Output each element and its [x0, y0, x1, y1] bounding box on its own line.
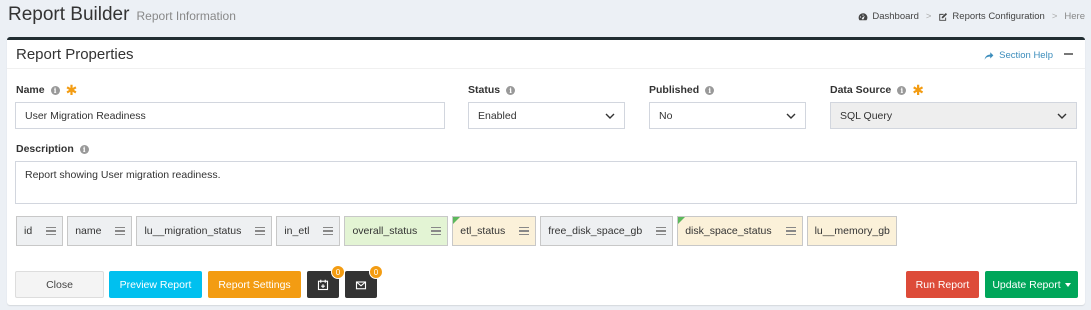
caret-down-icon — [1064, 282, 1071, 287]
drag-handle-icon[interactable] — [431, 226, 442, 236]
field-chip-label: name — [75, 225, 102, 237]
email-button[interactable]: 0 — [345, 265, 383, 298]
data-source-select-value: SQL Query — [840, 109, 893, 122]
field-chip[interactable]: name — [67, 216, 133, 246]
status-select-value: Enabled — [478, 109, 517, 122]
info-icon[interactable]: i — [506, 85, 516, 95]
breadcrumb-label: Dashboard — [872, 11, 919, 22]
name-input[interactable]: User Migration Readiness — [15, 102, 445, 129]
data-source-label: Data Source i ✱ — [830, 82, 925, 98]
data-source-select: SQL Query — [830, 102, 1077, 129]
field-chip-label: etl_status — [460, 225, 506, 237]
field-chip-label: disk_space_status — [685, 225, 772, 237]
published-label-text: Published — [649, 84, 700, 96]
field-list: id name lu__migration_status in_etl over… — [16, 216, 897, 246]
description-label-text: Description — [16, 143, 74, 155]
field-chip-label: free_disk_space_gb — [548, 225, 643, 237]
collapse-button[interactable] — [1064, 53, 1073, 55]
share-icon — [984, 51, 994, 60]
field-chip[interactable]: overall_status — [344, 216, 449, 246]
name-label: Name i ✱ — [16, 82, 78, 98]
envelope-icon — [355, 280, 367, 289]
info-icon[interactable]: i — [897, 85, 907, 95]
edit-icon — [939, 12, 948, 21]
published-select-value: No — [659, 109, 673, 122]
breadcrumb-dashboard[interactable]: Dashboard — [858, 11, 919, 22]
name-label-text: Name — [16, 84, 45, 96]
name-input-value: User Migration Readiness — [25, 109, 146, 122]
schedule-count-badge: 0 — [331, 265, 345, 279]
drag-handle-icon[interactable] — [46, 226, 57, 236]
published-select[interactable]: No — [649, 102, 806, 129]
page-header: Report Builder Report Information — [8, 4, 236, 26]
field-chip-label: id — [24, 225, 33, 237]
chevron-down-icon — [786, 113, 796, 119]
field-chip[interactable]: etl_status — [452, 216, 537, 246]
report-properties-panel: Report Properties Section Help Name i ✱ … — [7, 37, 1085, 305]
drag-handle-icon[interactable] — [115, 226, 126, 236]
report-settings-button[interactable]: Report Settings — [208, 271, 301, 298]
breadcrumb-reports-configuration[interactable]: Reports Configuration — [938, 11, 1045, 22]
dashboard-icon — [859, 12, 868, 20]
field-chip[interactable]: lu__memory_gb — [806, 216, 897, 246]
field-chip-label: overall_status — [352, 225, 418, 237]
field-chip-label: lu__memory_gb — [814, 225, 890, 237]
run-report-button[interactable]: Run Report — [906, 271, 979, 298]
description-textarea[interactable]: Report showing User migration readiness. — [15, 161, 1077, 204]
email-count-badge: 0 — [369, 265, 383, 279]
update-report-label: Update Report — [992, 278, 1061, 291]
field-chip-label: lu__migration_status — [144, 225, 242, 237]
field-chip[interactable]: lu__migration_status — [136, 216, 273, 246]
breadcrumb: Dashboard > Reports Configuration > Here — [858, 11, 1085, 22]
description-label: Description i — [16, 143, 89, 155]
chevron-down-icon — [605, 113, 615, 119]
info-icon[interactable]: i — [50, 85, 60, 95]
required-icon: ✱ — [65, 82, 78, 98]
field-chip[interactable]: free_disk_space_gb — [540, 216, 674, 246]
published-label: Published i — [649, 84, 715, 96]
field-chip-label: in_etl — [284, 225, 310, 237]
drag-handle-icon[interactable] — [785, 226, 796, 236]
close-button[interactable]: Close — [15, 271, 104, 298]
status-select[interactable]: Enabled — [468, 102, 625, 129]
preview-report-button[interactable]: Preview Report — [109, 271, 202, 298]
data-source-label-text: Data Source — [830, 84, 892, 96]
info-icon[interactable]: i — [79, 144, 89, 154]
update-report-button[interactable]: Update Report — [985, 271, 1078, 298]
page-subtitle: Report Information — [136, 9, 236, 23]
field-chip[interactable]: in_etl — [276, 216, 341, 246]
panel-header: Report Properties Section Help — [7, 40, 1085, 69]
drag-handle-icon[interactable] — [255, 226, 266, 236]
breadcrumb-separator: > — [1051, 11, 1058, 22]
field-chip[interactable]: id — [16, 216, 64, 246]
section-help-label: Section Help — [999, 50, 1053, 61]
breadcrumb-separator: > — [925, 11, 932, 22]
status-label-text: Status — [468, 84, 501, 96]
drag-handle-icon[interactable] — [656, 226, 667, 236]
info-icon[interactable]: i — [705, 85, 715, 95]
required-icon: ✱ — [912, 82, 925, 98]
status-label: Status i — [468, 84, 516, 96]
schedule-button[interactable]: 0 — [307, 265, 345, 298]
description-value: Report showing User migration readiness. — [25, 169, 221, 181]
drag-handle-icon[interactable] — [323, 226, 334, 236]
drag-handle-icon[interactable] — [519, 226, 530, 236]
page-title: Report Builder — [8, 4, 130, 25]
field-chip[interactable]: disk_space_status — [677, 216, 803, 246]
breadcrumb-label: Reports Configuration — [952, 11, 1045, 22]
section-help-link[interactable]: Section Help — [984, 50, 1053, 61]
calendar-plus-icon — [317, 279, 329, 290]
breadcrumb-current: Here — [1064, 11, 1085, 22]
chevron-down-icon — [1057, 113, 1067, 119]
panel-title: Report Properties — [16, 46, 134, 63]
